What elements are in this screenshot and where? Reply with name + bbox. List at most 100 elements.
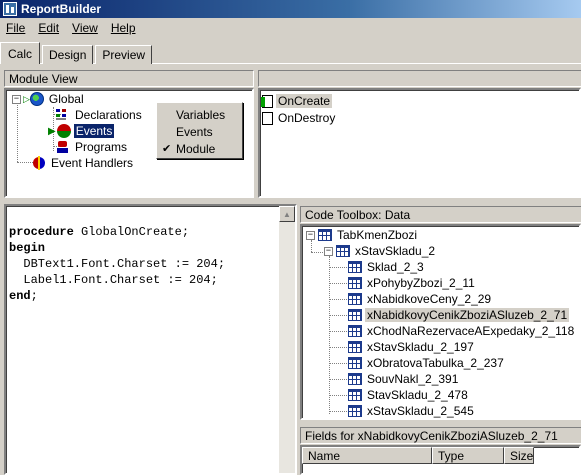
events-list[interactable]: OnCreate OnDestroy xyxy=(258,88,581,198)
toolbox-item-label: Sklad_2_3 xyxy=(367,260,424,274)
toolbox-item-label: xPohybyZbozi_2_11 xyxy=(367,276,475,290)
fields-grid[interactable]: Name Type Size xyxy=(300,445,581,475)
table-icon xyxy=(348,405,362,417)
popup-item-events[interactable]: Events xyxy=(157,123,242,140)
toolbox-item[interactable]: xStavSkladu_2_197 xyxy=(348,339,476,355)
toolbox-item[interactable]: xStavSkladu_2_545 xyxy=(348,403,476,418)
table-icon xyxy=(348,357,362,369)
event-item-oncreate[interactable]: OnCreate xyxy=(261,93,333,109)
table-icon xyxy=(348,325,362,337)
tab-calc[interactable]: Calc xyxy=(0,42,41,64)
toolbox-item[interactable]: xNabidkoveCeny_2_29 xyxy=(348,291,493,307)
tab-preview[interactable]: Preview xyxy=(95,45,153,64)
fields-panel-title: Fields for xNabidkovyCenikZboziASluzeb_2… xyxy=(305,428,558,443)
toolbox-node-root[interactable]: TabKmenZbozi xyxy=(318,227,419,243)
code-line: DBText1.Font.Charset := 204; xyxy=(9,257,226,271)
events-list-header xyxy=(258,70,581,87)
toolbox-item-label: xStavSkladu_2_197 xyxy=(367,340,474,354)
arrow-right-icon: ▷ xyxy=(23,93,30,104)
menu-file[interactable]: File xyxy=(0,21,32,35)
toolbox-item-label: xStavSkladu_2_545 xyxy=(367,404,474,418)
root-collapse-toggle[interactable]: − xyxy=(306,231,315,240)
code-toolbox-tree[interactable]: − TabKmenZbozi − xStavSkladu_2 Sklad_2_3… xyxy=(300,224,581,420)
menu-file-label: File xyxy=(6,20,26,35)
declarations-icon xyxy=(56,109,70,121)
child-collapse-toggle[interactable]: − xyxy=(324,247,333,256)
code-scrollbar[interactable]: ▲ xyxy=(279,206,295,473)
tree-label-events: Events xyxy=(73,124,115,138)
toolbox-item-label: xObratovaTabulka_2_237 xyxy=(367,356,504,370)
tree-label-declarations: Declarations xyxy=(75,108,142,122)
tree-node-declarations[interactable]: Declarations xyxy=(56,107,144,123)
menu-bar: File Edit View Help xyxy=(0,18,581,37)
document-icon xyxy=(262,111,273,125)
tab-design[interactable]: Design xyxy=(42,45,94,64)
popup-item-variables[interactable]: Variables xyxy=(157,106,242,123)
toolbox-item[interactable]: xNabidkovyCenikZboziASluzeb_2_71 xyxy=(348,307,570,323)
table-icon xyxy=(348,277,362,289)
arrow-up-icon: ▲ xyxy=(283,209,291,219)
view-mode-popup-menu: Variables Events ✔ Module xyxy=(156,102,243,159)
tree-node-programs[interactable]: Programs xyxy=(56,139,129,155)
events-icon xyxy=(56,124,71,138)
table-icon xyxy=(348,389,362,401)
code-toolbox-header: Code Toolbox: Data xyxy=(300,206,581,223)
menu-help[interactable]: Help xyxy=(105,21,143,35)
toolbox-item-label: xChodNaRezervaceAExpedaky_2_118 xyxy=(367,324,575,338)
tree-node-event-handlers[interactable]: Event Handlers xyxy=(32,155,135,171)
event-item-ondestroy[interactable]: OnDestroy xyxy=(262,110,337,126)
table-icon xyxy=(348,261,362,273)
programs-icon xyxy=(56,140,70,154)
toolbox-item[interactable]: xObratovaTabulka_2_237 xyxy=(348,355,506,371)
menu-edit[interactable]: Edit xyxy=(32,21,66,35)
toolbox-item-label: SouvNakl_2_391 xyxy=(367,372,459,386)
table-icon xyxy=(348,309,362,321)
document-active-icon xyxy=(261,94,273,108)
table-icon xyxy=(348,293,362,305)
toolbox-node-child[interactable]: xStavSkladu_2 xyxy=(336,243,437,259)
toolbox-item-label: StavSkladu_2_478 xyxy=(367,388,468,402)
module-view-title: Module View xyxy=(9,71,78,86)
table-icon xyxy=(318,229,332,241)
column-header-size[interactable]: Size xyxy=(504,447,534,464)
table-icon xyxy=(348,373,362,385)
popup-item-module[interactable]: ✔ Module xyxy=(157,140,242,157)
menu-view-label: View xyxy=(72,20,98,35)
code-line: Label1.Font.Charset := 204; xyxy=(9,273,218,287)
table-icon xyxy=(336,245,350,257)
toolbox-item[interactable]: StavSkladu_2_478 xyxy=(348,387,470,403)
column-header-name[interactable]: Name xyxy=(302,447,432,464)
popup-label-events: Events xyxy=(176,124,213,139)
report-builder-icon xyxy=(3,2,17,16)
tree-label-programs: Programs xyxy=(75,140,128,154)
toolbox-item[interactable]: xChodNaRezervaceAExpedaky_2_118 xyxy=(348,323,576,339)
scroll-up-button[interactable]: ▲ xyxy=(279,206,295,222)
tab-strip: Calc Design Preview xyxy=(0,42,154,64)
code-text[interactable]: procedure GlobalOnCreate; begin DBText1.F… xyxy=(9,208,225,336)
window-title: ReportBuilder xyxy=(21,2,102,16)
toolbox-label-root: TabKmenZbozi xyxy=(337,228,418,242)
tree-node-global[interactable]: ▷ Global xyxy=(23,91,86,107)
column-header-type[interactable]: Type xyxy=(432,447,504,464)
code-editor[interactable]: procedure GlobalOnCreate; begin DBText1.F… xyxy=(4,204,297,475)
global-collapse-toggle[interactable]: − xyxy=(12,95,21,104)
code-toolbox-title: Code Toolbox: Data xyxy=(305,207,411,222)
fields-grid-header: Name Type Size xyxy=(302,447,534,464)
toolbox-label-child: xStavSkladu_2 xyxy=(355,244,436,258)
toolbox-item-label: xNabidkoveCeny_2_29 xyxy=(367,292,492,306)
tree-node-events[interactable]: ▶ Events xyxy=(48,123,115,139)
toolbox-item[interactable]: SouvNakl_2_391 xyxy=(348,371,460,387)
module-view-header: Module View xyxy=(4,70,254,87)
popup-label-variables: Variables xyxy=(176,107,226,122)
arrow-right-icon: ▶ xyxy=(48,125,56,137)
fields-panel-header: Fields for xNabidkovyCenikZboziASluzeb_2… xyxy=(300,427,581,444)
title-bar: ReportBuilder xyxy=(0,0,581,18)
menu-edit-label: Edit xyxy=(38,20,60,35)
code-line: procedure GlobalOnCreate; xyxy=(9,225,190,239)
code-line: begin xyxy=(9,241,46,255)
menu-view[interactable]: View xyxy=(66,21,105,35)
event-handlers-icon xyxy=(32,156,46,170)
toolbox-item[interactable]: Sklad_2_3 xyxy=(348,259,426,275)
toolbox-item[interactable]: xPohybyZbozi_2_11 xyxy=(348,275,477,291)
event-label-oncreate: OnCreate xyxy=(276,94,333,108)
